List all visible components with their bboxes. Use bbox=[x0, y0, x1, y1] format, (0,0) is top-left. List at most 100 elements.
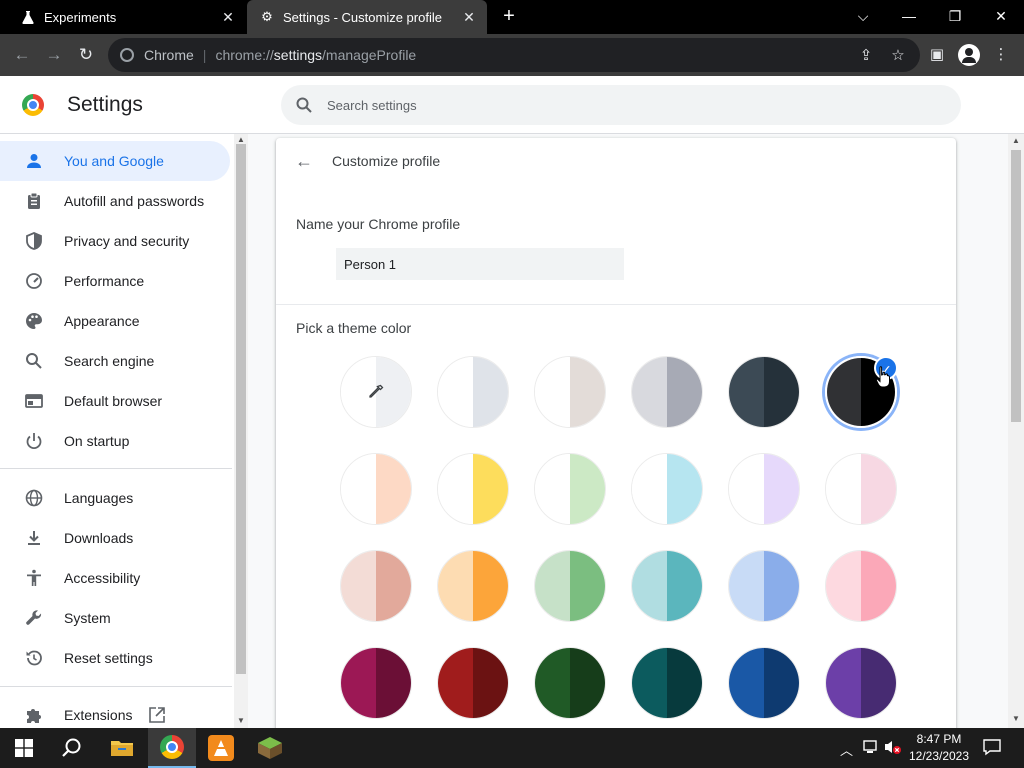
theme-color-swatch[interactable] bbox=[534, 647, 606, 719]
search-input[interactable] bbox=[327, 85, 927, 125]
volume-muted-icon[interactable] bbox=[884, 740, 902, 757]
scrollbar-thumb[interactable] bbox=[236, 144, 246, 674]
scroll-down-icon[interactable]: ▼ bbox=[237, 716, 245, 725]
scroll-up-icon[interactable]: ▲ bbox=[237, 135, 245, 144]
sidebar-item-label: Languages bbox=[64, 490, 134, 506]
gear-icon: ⚙ bbox=[261, 9, 273, 24]
theme-color-swatch[interactable] bbox=[631, 647, 703, 719]
sidebar-item-search-engine[interactable]: Search engine bbox=[0, 341, 230, 381]
sidebar-item-you-and-google[interactable]: You and Google bbox=[0, 141, 230, 181]
profile-name-input[interactable] bbox=[336, 248, 624, 280]
tab-experiments[interactable]: Experiments ✕ bbox=[0, 0, 246, 34]
side-panel-icon[interactable]: ▣ bbox=[926, 44, 948, 66]
sidebar-item-performance[interactable]: Performance bbox=[0, 261, 230, 301]
theme-color-swatch[interactable] bbox=[825, 647, 897, 719]
theme-color-swatch[interactable] bbox=[728, 550, 800, 622]
sidebar-item-downloads[interactable]: Downloads bbox=[0, 518, 230, 558]
theme-color-swatch[interactable] bbox=[437, 356, 509, 428]
gauge-icon bbox=[24, 271, 44, 291]
theme-color-swatch[interactable] bbox=[340, 550, 412, 622]
card-divider bbox=[276, 304, 956, 305]
taskbar-clock[interactable]: 8:47 PM 12/23/2023 bbox=[904, 731, 974, 765]
windows-start-icon[interactable] bbox=[0, 728, 48, 768]
power-icon bbox=[24, 431, 44, 451]
sidebar-divider bbox=[0, 686, 232, 687]
close-tab-icon[interactable]: ✕ bbox=[220, 9, 236, 25]
network-icon[interactable] bbox=[863, 740, 879, 757]
search-settings-box[interactable] bbox=[281, 85, 961, 125]
chrome-icon[interactable] bbox=[148, 728, 196, 768]
person-icon bbox=[24, 151, 44, 171]
theme-color-swatch[interactable] bbox=[728, 453, 800, 525]
scroll-down-icon[interactable]: ▼ bbox=[1012, 714, 1020, 723]
back-arrow-icon[interactable]: ← bbox=[10, 43, 34, 67]
theme-color-swatch[interactable] bbox=[631, 356, 703, 428]
theme-color-swatch[interactable] bbox=[825, 550, 897, 622]
chevron-up-icon[interactable]: ︿ bbox=[840, 740, 853, 759]
theme-color-swatch[interactable] bbox=[340, 356, 412, 428]
theme-color-swatch[interactable] bbox=[825, 453, 897, 525]
sidebar-item-label: Appearance bbox=[64, 313, 140, 329]
theme-color-swatch[interactable] bbox=[728, 356, 800, 428]
search-icon bbox=[24, 351, 44, 371]
reload-icon[interactable]: ↻ bbox=[74, 43, 98, 67]
scroll-up-icon[interactable]: ▲ bbox=[1012, 136, 1020, 145]
theme-color-swatch[interactable] bbox=[631, 453, 703, 525]
sidebar-item-label: Reset settings bbox=[64, 650, 153, 666]
share-icon[interactable]: ⇪ bbox=[856, 46, 876, 66]
open-in-new-icon bbox=[148, 706, 166, 727]
restore-button[interactable]: ❐ bbox=[932, 0, 978, 32]
search-icon[interactable] bbox=[48, 728, 96, 768]
back-arrow-icon[interactable]: ← bbox=[294, 151, 314, 171]
theme-color-swatch[interactable] bbox=[728, 647, 800, 719]
url-prefix: chrome:// bbox=[215, 47, 274, 63]
main-scrollbar[interactable]: ▲ ▼ bbox=[1008, 134, 1024, 728]
theme-color-swatch[interactable] bbox=[534, 550, 606, 622]
browser-icon bbox=[24, 391, 44, 411]
sidebar-item-default-browser[interactable]: Default browser bbox=[0, 381, 230, 421]
minimize-button[interactable]: — bbox=[886, 0, 932, 32]
file-explorer-icon[interactable] bbox=[98, 728, 146, 768]
theme-color-swatch[interactable] bbox=[534, 356, 606, 428]
bookmark-star-icon[interactable]: ☆ bbox=[888, 46, 908, 66]
tab-search-chevron-down-icon[interactable]: ⌵ bbox=[840, 0, 886, 32]
new-tab-button[interactable]: + bbox=[498, 5, 520, 27]
minecraft-icon[interactable] bbox=[246, 728, 294, 768]
theme-color-swatch[interactable] bbox=[534, 453, 606, 525]
close-window-button[interactable]: ✕ bbox=[978, 0, 1024, 32]
clipboard-icon bbox=[24, 191, 44, 211]
theme-color-swatch[interactable] bbox=[437, 453, 509, 525]
theme-color-swatch[interactable] bbox=[340, 647, 412, 719]
address-bar[interactable]: Chrome | chrome://settings/manageProfile… bbox=[108, 38, 920, 72]
notification-icon[interactable] bbox=[983, 738, 1001, 759]
theme-color-swatch[interactable] bbox=[631, 550, 703, 622]
theme-color-swatch[interactable] bbox=[437, 550, 509, 622]
sidebar-item-system[interactable]: System bbox=[0, 598, 230, 638]
download-icon bbox=[24, 528, 44, 548]
flask-icon bbox=[20, 9, 36, 25]
theme-color-swatch[interactable] bbox=[437, 647, 509, 719]
sidebar-item-reset-settings[interactable]: Reset settings bbox=[0, 638, 230, 678]
url-host: settings bbox=[273, 47, 323, 63]
customize-profile-card: ← Customize profile Name your Chrome pro… bbox=[276, 138, 956, 738]
sidebar-item-label: Performance bbox=[64, 273, 145, 289]
close-tab-icon[interactable]: ✕ bbox=[461, 9, 477, 25]
tab-settings[interactable]: ⚙ Settings - Customize profile ✕ bbox=[247, 0, 487, 34]
sidebar-item-accessibility[interactable]: Accessibility bbox=[0, 558, 230, 598]
sidebar-item-label: System bbox=[64, 610, 111, 626]
sidebar-scrollbar[interactable]: ▲ ▼ bbox=[234, 134, 248, 728]
sidebar-item-appearance[interactable]: Appearance bbox=[0, 301, 230, 341]
more-menu-icon[interactable]: ⋮ bbox=[990, 44, 1012, 66]
scrollbar-thumb[interactable] bbox=[1011, 150, 1021, 422]
forward-arrow-icon[interactable]: → bbox=[42, 43, 66, 67]
vlc-icon[interactable] bbox=[197, 728, 245, 768]
sidebar-item-extensions[interactable]: Extensions bbox=[0, 695, 230, 728]
url-path: /manageProfile bbox=[322, 47, 417, 63]
sidebar-item-label: Privacy and security bbox=[64, 233, 190, 249]
theme-color-swatch[interactable] bbox=[340, 453, 412, 525]
sidebar-item-privacy[interactable]: Privacy and security bbox=[0, 221, 230, 261]
sidebar-item-on-startup[interactable]: On startup bbox=[0, 421, 230, 461]
profile-avatar-icon[interactable] bbox=[958, 44, 980, 66]
sidebar-item-languages[interactable]: Languages bbox=[0, 478, 230, 518]
sidebar-item-autofill[interactable]: Autofill and passwords bbox=[0, 181, 230, 221]
